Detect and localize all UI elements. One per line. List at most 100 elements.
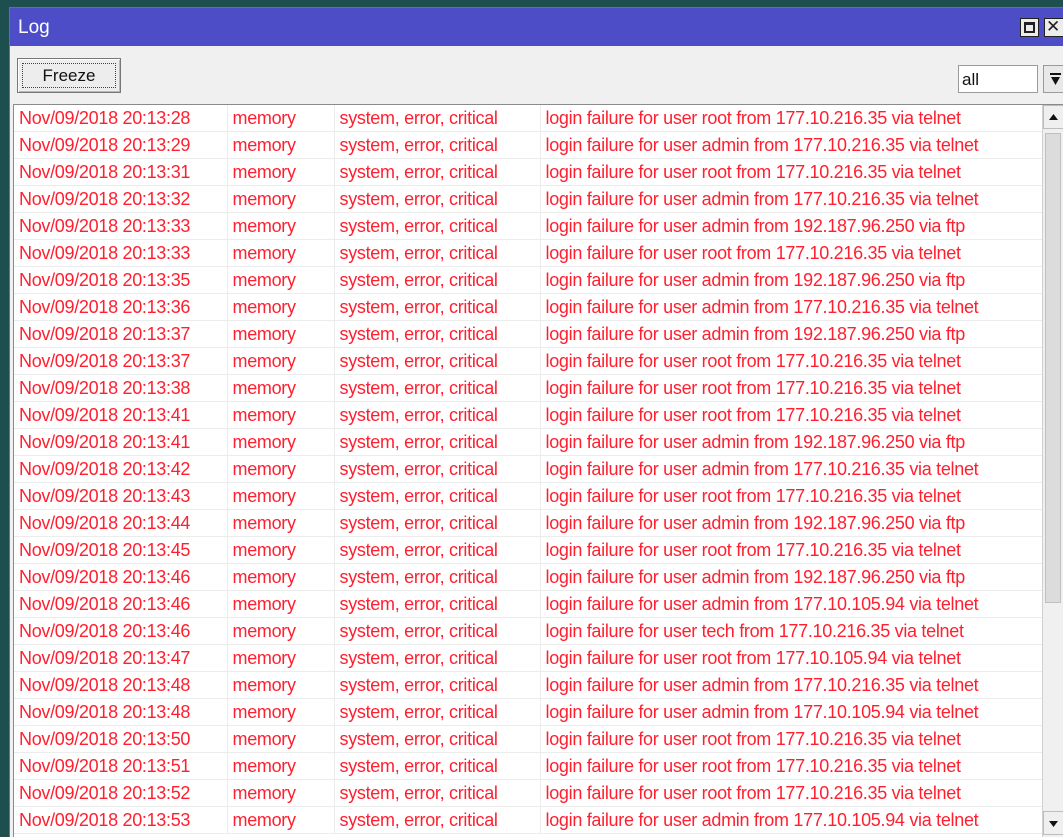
log-row[interactable]: Nov/09/2018 20:13:38 memory system, error,… <box>14 374 1043 402</box>
log-row[interactable]: Nov/09/2018 20:13:37 memory system, error,… <box>14 347 1043 375</box>
log-topic-cell: memory <box>227 266 335 294</box>
log-topics-cell: system, error, critical <box>334 482 541 510</box>
maximize-icon[interactable] <box>1020 18 1039 37</box>
log-topic-cell: memory <box>227 644 335 672</box>
log-row[interactable]: Nov/09/2018 20:13:33 memory system, error,… <box>14 212 1043 240</box>
log-message-cell: login failure for user root from 177.10.… <box>540 401 1043 429</box>
log-time-cell: Nov/09/2018 20:13:48 <box>14 671 228 699</box>
log-row[interactable]: Nov/09/2018 20:13:43 memory system, error,… <box>14 482 1043 510</box>
log-topic-cell: memory <box>227 698 335 726</box>
log-topic-cell: memory <box>227 806 335 834</box>
log-time-cell: Nov/09/2018 20:13:50 <box>14 725 228 753</box>
scrollbar-thumb[interactable] <box>1045 133 1061 603</box>
log-topics-cell: system, error, critical <box>334 239 541 267</box>
log-row[interactable]: Nov/09/2018 20:13:45 memory system, error,… <box>14 536 1043 564</box>
log-time-cell: Nov/09/2018 20:13:52 <box>14 779 228 807</box>
log-topics-cell: system, error, critical <box>334 266 541 294</box>
log-time-cell: Nov/09/2018 20:13:47 <box>14 644 228 672</box>
log-topic-cell: memory <box>227 725 335 753</box>
log-row[interactable]: Nov/09/2018 20:13:48 memory system, error,… <box>14 698 1043 726</box>
log-row[interactable]: Nov/09/2018 20:13:33 memory system, error,… <box>14 239 1043 267</box>
log-time-cell: Nov/09/2018 20:13:28 <box>14 105 228 132</box>
log-time-cell: Nov/09/2018 20:13:32 <box>14 185 228 213</box>
dropdown-arrow-icon[interactable] <box>1043 65 1063 93</box>
log-topic-cell: memory <box>227 428 335 456</box>
log-row[interactable]: Nov/09/2018 20:13:32 memory system, error,… <box>14 185 1043 213</box>
window-title: Log <box>18 17 50 38</box>
log-row[interactable]: Nov/09/2018 20:13:53 memory system, error,… <box>14 806 1043 834</box>
log-message-cell: login failure for user admin from 192.18… <box>540 212 1043 240</box>
log-row[interactable]: Nov/09/2018 20:13:52 memory system, error,… <box>14 779 1043 807</box>
log-message-cell: login failure for user admin from 192.18… <box>540 428 1043 456</box>
log-row[interactable]: Nov/09/2018 20:13:36 memory system, error,… <box>14 293 1043 321</box>
log-topics-cell: system, error, critical <box>334 347 541 375</box>
log-table: Nov/09/2018 20:13:28 memory system, error,… <box>14 105 1043 834</box>
log-message-cell: login failure for user root from 177.10.… <box>540 158 1043 186</box>
log-topics-cell: system, error, critical <box>334 779 541 807</box>
log-topic-cell: memory <box>227 509 335 537</box>
freeze-button[interactable]: Freeze <box>17 58 121 93</box>
log-topic-cell: memory <box>227 239 335 267</box>
log-message-cell: login failure for user admin from 177.10… <box>540 293 1043 321</box>
log-topic-cell: memory <box>227 617 335 645</box>
log-row[interactable]: Nov/09/2018 20:13:46 memory system, error,… <box>14 617 1043 645</box>
log-time-cell: Nov/09/2018 20:13:53 <box>14 806 228 834</box>
log-list[interactable]: Nov/09/2018 20:13:28 memory system, error,… <box>13 104 1063 837</box>
log-message-cell: login failure for user root from 177.10.… <box>540 374 1043 402</box>
log-time-cell: Nov/09/2018 20:13:48 <box>14 698 228 726</box>
log-topic-cell: memory <box>227 212 335 240</box>
log-topic-cell: memory <box>227 671 335 699</box>
log-row[interactable]: Nov/09/2018 20:13:41 memory system, error,… <box>14 428 1043 456</box>
log-time-cell: Nov/09/2018 20:13:38 <box>14 374 228 402</box>
log-topic-cell: memory <box>227 482 335 510</box>
log-row[interactable]: Nov/09/2018 20:13:28 memory system, error,… <box>14 105 1043 132</box>
log-row[interactable]: Nov/09/2018 20:13:41 memory system, error,… <box>14 401 1043 429</box>
log-topics-cell: system, error, critical <box>334 806 541 834</box>
log-topics-cell: system, error, critical <box>334 752 541 780</box>
log-topics-cell: system, error, critical <box>334 185 541 213</box>
log-topics-cell: system, error, critical <box>334 401 541 429</box>
close-icon[interactable]: ✕ <box>1044 17 1063 37</box>
log-row[interactable]: Nov/09/2018 20:13:47 memory system, error,… <box>14 644 1043 672</box>
log-row[interactable]: Nov/09/2018 20:13:31 memory system, error,… <box>14 158 1043 186</box>
log-topic-cell: memory <box>227 401 335 429</box>
log-topic-cell: memory <box>227 590 335 618</box>
vertical-scrollbar[interactable] <box>1042 105 1063 837</box>
log-message-cell: login failure for user root from 177.10.… <box>540 536 1043 564</box>
log-time-cell: Nov/09/2018 20:13:31 <box>14 158 228 186</box>
log-row[interactable]: Nov/09/2018 20:13:44 memory system, error,… <box>14 509 1043 537</box>
log-row[interactable]: Nov/09/2018 20:13:51 memory system, error,… <box>14 752 1043 780</box>
scroll-up-icon[interactable] <box>1043 105 1063 129</box>
log-topic-cell: memory <box>227 185 335 213</box>
log-row[interactable]: Nov/09/2018 20:13:42 memory system, error,… <box>14 455 1043 483</box>
log-row[interactable]: Nov/09/2018 20:13:35 memory system, error,… <box>14 266 1043 294</box>
log-message-cell: login failure for user admin from 177.10… <box>540 698 1043 726</box>
topic-filter-select[interactable]: all <box>958 65 1038 93</box>
scroll-down-icon[interactable] <box>1043 811 1063 835</box>
log-row[interactable]: Nov/09/2018 20:13:46 memory system, error,… <box>14 590 1043 618</box>
log-topics-cell: system, error, critical <box>334 455 541 483</box>
log-topics-cell: system, error, critical <box>334 320 541 348</box>
log-row[interactable]: Nov/09/2018 20:13:48 memory system, error,… <box>14 671 1043 699</box>
window-titlebar[interactable]: Log ✕ <box>10 8 1063 46</box>
log-time-cell: Nov/09/2018 20:13:33 <box>14 239 228 267</box>
log-topics-cell: system, error, critical <box>334 536 541 564</box>
log-message-cell: login failure for user root from 177.10.… <box>540 239 1043 267</box>
log-toolbar: Freeze all <box>10 46 1063 104</box>
log-message-cell: login failure for user root from 177.10.… <box>540 105 1043 132</box>
log-topics-cell: system, error, critical <box>334 212 541 240</box>
log-message-cell: login failure for user admin from 177.10… <box>540 455 1043 483</box>
log-row[interactable]: Nov/09/2018 20:13:46 memory system, error,… <box>14 563 1043 591</box>
log-time-cell: Nov/09/2018 20:13:46 <box>14 590 228 618</box>
log-topic-cell: memory <box>227 320 335 348</box>
log-time-cell: Nov/09/2018 20:13:46 <box>14 617 228 645</box>
log-time-cell: Nov/09/2018 20:13:45 <box>14 536 228 564</box>
log-topic-cell: memory <box>227 293 335 321</box>
log-topic-cell: memory <box>227 374 335 402</box>
log-row[interactable]: Nov/09/2018 20:13:50 memory system, error,… <box>14 725 1043 753</box>
log-row[interactable]: Nov/09/2018 20:13:37 memory system, error,… <box>14 320 1043 348</box>
log-message-cell: login failure for user admin from 177.10… <box>540 590 1043 618</box>
log-message-cell: login failure for user admin from 192.18… <box>540 320 1043 348</box>
log-row[interactable]: Nov/09/2018 20:13:29 memory system, error,… <box>14 131 1043 159</box>
log-topic-cell: memory <box>227 105 335 132</box>
